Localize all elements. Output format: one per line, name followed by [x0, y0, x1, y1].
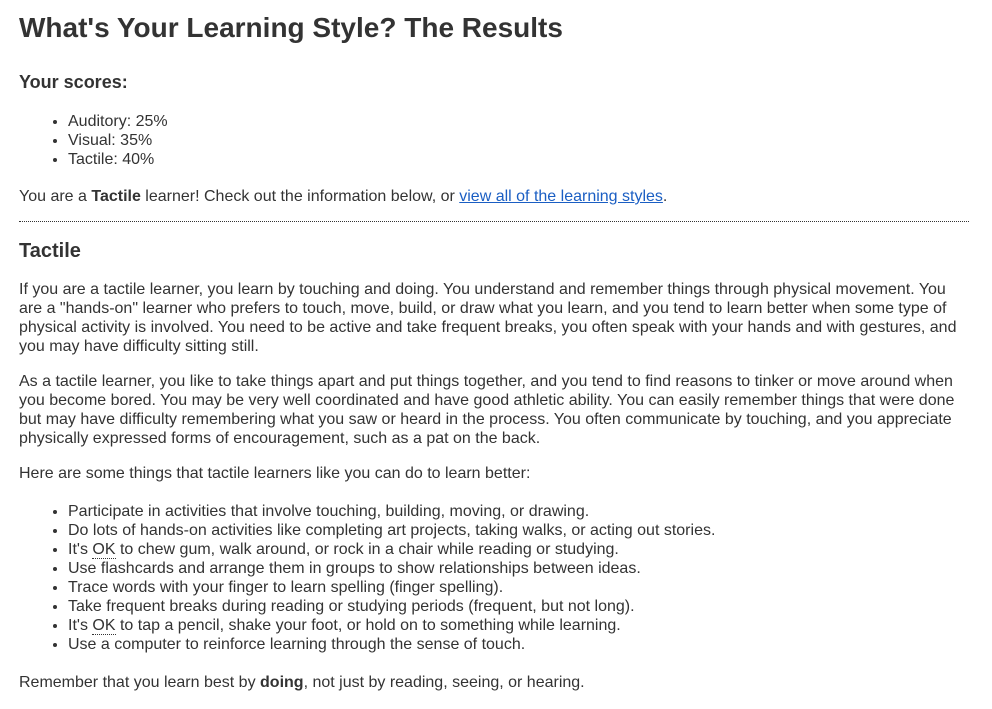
score-item-tactile: Tactile: 40%: [68, 150, 969, 169]
section-heading: Tactile: [19, 240, 81, 262]
closing-bold: doing: [260, 674, 304, 691]
tip-item: Use a computer to reinforce learning thr…: [68, 635, 969, 654]
results-page: What's Your Learning Style? The Results …: [0, 0, 992, 692]
tip-item: Take frequent breaks during reading or s…: [68, 597, 969, 616]
closing-statement: Remember that you learn best by doing, n…: [19, 673, 969, 692]
tip-item: Do lots of hands-on activities like comp…: [68, 521, 969, 540]
tip-text-pre: It's: [68, 617, 93, 634]
closing-suffix: , not just by reading, seeing, or hearin…: [303, 674, 585, 691]
ok-abbreviation: OK: [92, 617, 116, 635]
tip-text-post: to tap a pencil, shake your foot, or hol…: [115, 617, 621, 634]
score-item-auditory: Auditory: 25%: [68, 112, 969, 131]
description-paragraph-2: As a tactile learner, you like to take t…: [19, 373, 955, 447]
scores-heading: Your scores:: [19, 72, 128, 92]
tip-item: It's OK to chew gum, walk around, or roc…: [68, 540, 969, 559]
tips-list: Participate in activities that involve t…: [19, 502, 969, 654]
tip-item: Use flashcards and arrange them in group…: [68, 559, 969, 578]
result-suffix: .: [662, 188, 668, 205]
page-title: What's Your Learning Style? The Results: [19, 12, 563, 43]
tip-item: Trace words with your finger to learn sp…: [68, 578, 969, 597]
score-item-visual: Visual: 35%: [68, 131, 969, 150]
result-prefix: You are a: [19, 188, 92, 205]
tip-item: Participate in activities that involve t…: [68, 502, 969, 521]
ok-abbreviation: OK: [92, 541, 116, 559]
tips-intro: Here are some things that tactile learne…: [19, 465, 531, 482]
tip-text-post: to chew gum, walk around, or rock in a c…: [115, 541, 619, 558]
scores-list: Auditory: 25% Visual: 35% Tactile: 40%: [19, 112, 969, 169]
view-all-styles-link[interactable]: view all of the learning styles: [459, 188, 663, 205]
tip-item: It's OK to tap a pencil, shake your foot…: [68, 616, 969, 635]
closing-prefix: Remember that you learn best by: [19, 674, 261, 691]
result-style: Tactile: [91, 188, 141, 205]
result-middle: learner! Check out the information below…: [140, 188, 460, 205]
description-paragraph-1: If you are a tactile learner, you learn …: [19, 281, 957, 355]
result-summary: You are a Tactile learner! Check out the…: [19, 187, 969, 206]
tip-text-pre: It's: [68, 541, 93, 558]
section-divider: [19, 221, 969, 222]
